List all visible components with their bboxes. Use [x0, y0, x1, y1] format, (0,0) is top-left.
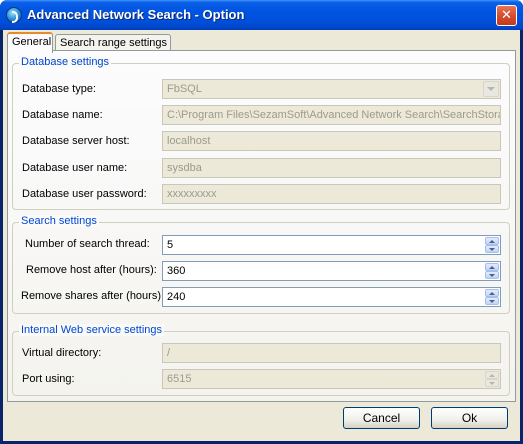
port-value: 6515 [167, 373, 192, 385]
spin-down-icon[interactable] [485, 379, 499, 387]
remove-shares-value: 240 [167, 291, 186, 303]
app-logo-icon [6, 7, 22, 23]
ok-button[interactable]: Ok [431, 407, 508, 429]
database-type-value: FbSQL [167, 83, 202, 95]
search-settings-group: Search settings Number of search thread:… [12, 215, 510, 314]
chevron-down-icon[interactable] [483, 81, 499, 97]
web-service-settings-group: Internal Web service settings Virtual di… [12, 324, 510, 396]
spin-arrows-icon[interactable] [485, 371, 499, 387]
database-user-field[interactable]: sysdba [162, 158, 501, 178]
port-input[interactable]: 6515 [162, 369, 501, 389]
tab-general[interactable]: General [7, 32, 53, 53]
database-host-label: Database server host: [22, 135, 130, 147]
spin-arrows-icon[interactable] [485, 289, 499, 305]
spin-down-icon[interactable] [485, 245, 499, 253]
database-type-label: Database type: [22, 83, 96, 95]
search-threads-label: Number of search thread: [25, 238, 150, 250]
spin-up-icon[interactable] [485, 289, 499, 297]
spin-arrows-icon[interactable] [485, 263, 499, 279]
search-threads-input[interactable]: 5 [162, 235, 501, 255]
database-settings-title: Database settings [19, 56, 112, 68]
remove-shares-label: Remove shares after (hours): [21, 290, 165, 302]
database-password-label: Database user password: [22, 188, 147, 200]
port-label: Port using: [22, 373, 75, 385]
search-settings-title: Search settings [19, 215, 99, 227]
remove-host-label: Remove host after (hours): [26, 264, 157, 276]
spin-arrows-icon[interactable] [485, 237, 499, 253]
remove-host-value: 360 [167, 265, 186, 277]
web-service-settings-title: Internal Web service settings [19, 324, 165, 336]
spin-down-icon[interactable] [485, 271, 499, 279]
spin-up-icon[interactable] [485, 237, 499, 245]
database-settings-group: Database settings Database type: FbSQL D… [12, 56, 510, 210]
remove-host-input[interactable]: 360 [162, 261, 501, 281]
spin-up-icon[interactable] [485, 371, 499, 379]
spin-up-icon[interactable] [485, 263, 499, 271]
database-type-select[interactable]: FbSQL [162, 79, 501, 99]
search-threads-value: 5 [167, 239, 174, 251]
dialog-client-area: General Search range settings Database s… [3, 30, 520, 441]
general-tab-panel: Database settings Database type: FbSQL D… [7, 50, 516, 402]
close-button[interactable]: ✕ [496, 5, 517, 26]
spin-down-icon[interactable] [485, 297, 499, 305]
database-name-field[interactable]: C:\Program Files\SezamSoft\Advanced Netw… [162, 105, 501, 125]
cancel-button[interactable]: Cancel [343, 407, 420, 429]
virtual-directory-label: Virtual directory: [22, 347, 102, 359]
close-icon: ✕ [501, 8, 512, 23]
database-password-field[interactable]: xxxxxxxxx [162, 184, 501, 204]
database-host-field[interactable]: localhost [162, 131, 501, 151]
database-name-label: Database name: [22, 109, 103, 121]
options-dialog: Advanced Network Search - Option ✕ Gener… [0, 0, 523, 444]
remove-shares-input[interactable]: 240 [162, 287, 501, 307]
database-user-label: Database user name: [22, 162, 128, 174]
window-title: Advanced Network Search - Option [27, 7, 245, 22]
title-bar[interactable]: Advanced Network Search - Option ✕ [0, 0, 523, 30]
virtual-directory-field[interactable]: / [162, 343, 501, 363]
